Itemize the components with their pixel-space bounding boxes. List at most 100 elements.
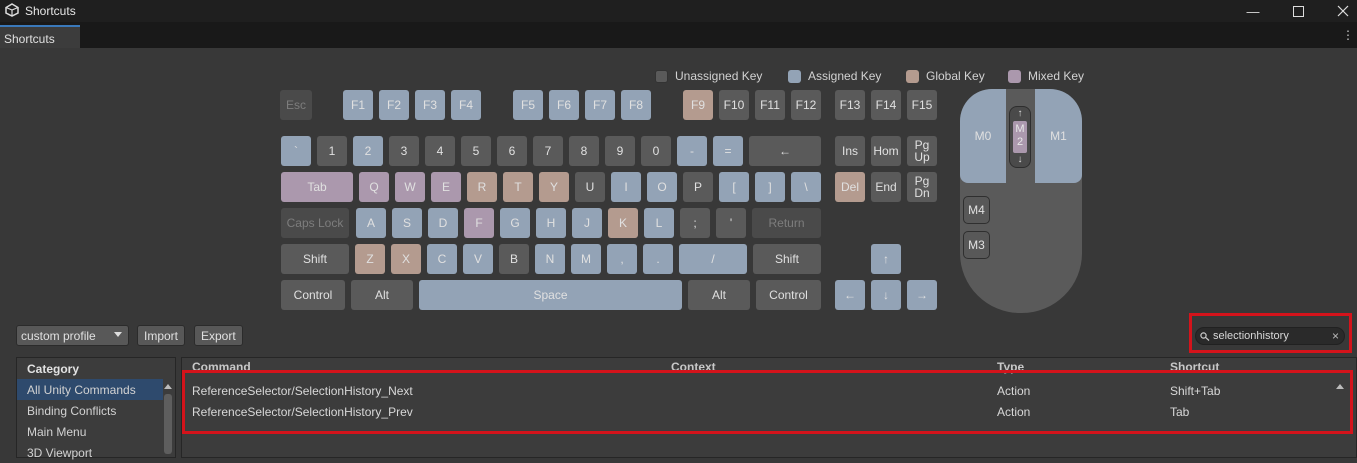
tab-shortcuts[interactable]: Shortcuts bbox=[0, 25, 80, 48]
profile-dropdown[interactable]: custom profile bbox=[16, 325, 129, 346]
wheel-down-icon[interactable]: ↓ bbox=[1010, 154, 1030, 165]
key-arrow-down[interactable]: ↓ bbox=[871, 280, 901, 310]
key-delete[interactable]: Del bbox=[835, 172, 865, 202]
key-backspace[interactable]: ← bbox=[749, 136, 821, 166]
key-s[interactable]: S bbox=[392, 208, 422, 238]
mouse-button-m4[interactable]: M4 bbox=[963, 196, 990, 224]
key-w[interactable]: W bbox=[395, 172, 425, 202]
key-return[interactable]: Return bbox=[752, 208, 821, 238]
key-right-bracket[interactable]: ] bbox=[755, 172, 785, 202]
key-c[interactable]: C bbox=[427, 244, 457, 274]
key-arrow-up[interactable]: ↑ bbox=[871, 244, 901, 274]
key-comma[interactable]: , bbox=[607, 244, 637, 274]
key-space[interactable]: Space bbox=[419, 280, 682, 310]
key-f10[interactable]: F10 bbox=[719, 90, 749, 120]
key-3[interactable]: 3 bbox=[389, 136, 419, 166]
key-g[interactable]: G bbox=[500, 208, 530, 238]
key-backslash[interactable]: \ bbox=[791, 172, 821, 202]
key-y[interactable]: Y bbox=[539, 172, 569, 202]
category-item-3d-viewport[interactable]: 3D Viewport bbox=[17, 442, 163, 463]
minimize-icon[interactable]: — bbox=[1238, 0, 1268, 22]
key-arrow-right[interactable]: → bbox=[907, 280, 937, 310]
key-end[interactable]: End bbox=[871, 172, 901, 202]
key-page-down[interactable]: Pg Dn bbox=[907, 172, 937, 202]
key-p[interactable]: P bbox=[683, 172, 713, 202]
key-h[interactable]: H bbox=[536, 208, 566, 238]
key-esc[interactable]: Esc bbox=[280, 90, 312, 120]
key-f15[interactable]: F15 bbox=[907, 90, 937, 120]
key-5[interactable]: 5 bbox=[461, 136, 491, 166]
key-a[interactable]: A bbox=[356, 208, 386, 238]
key-semicolon[interactable]: ; bbox=[680, 208, 710, 238]
key-f[interactable]: F bbox=[464, 208, 494, 238]
key-f11[interactable]: F11 bbox=[755, 90, 785, 120]
key-f13[interactable]: F13 bbox=[835, 90, 865, 120]
key-m[interactable]: M bbox=[571, 244, 601, 274]
key-right-control[interactable]: Control bbox=[756, 280, 821, 310]
key-f1[interactable]: F1 bbox=[343, 90, 373, 120]
more-vertical-icon[interactable]: ⋮ bbox=[1342, 28, 1354, 42]
key-f9[interactable]: F9 bbox=[683, 90, 713, 120]
key-o[interactable]: O bbox=[647, 172, 677, 202]
key-d[interactable]: D bbox=[428, 208, 458, 238]
key-8[interactable]: 8 bbox=[569, 136, 599, 166]
key-page-up[interactable]: Pg Up bbox=[907, 136, 937, 166]
category-item-main-menu[interactable]: Main Menu bbox=[17, 421, 163, 442]
key-j[interactable]: J bbox=[572, 208, 602, 238]
key-slash[interactable]: / bbox=[679, 244, 747, 274]
key-e[interactable]: E bbox=[431, 172, 461, 202]
key-left-shift[interactable]: Shift bbox=[281, 244, 349, 274]
key-b[interactable]: B bbox=[499, 244, 529, 274]
key-f8[interactable]: F8 bbox=[621, 90, 651, 120]
key-f2[interactable]: F2 bbox=[379, 90, 409, 120]
key-1[interactable]: 1 bbox=[317, 136, 347, 166]
scroll-up-icon[interactable] bbox=[164, 384, 172, 389]
key-l[interactable]: L bbox=[644, 208, 674, 238]
import-button[interactable]: Import bbox=[137, 325, 186, 346]
key-9[interactable]: 9 bbox=[605, 136, 635, 166]
mouse-button-m0[interactable]: M0 bbox=[960, 89, 1006, 183]
key-4[interactable]: 4 bbox=[425, 136, 455, 166]
key-z[interactable]: Z bbox=[355, 244, 385, 274]
category-item-binding-conflicts[interactable]: Binding Conflicts bbox=[17, 400, 163, 421]
key-backtick[interactable]: ` bbox=[281, 136, 311, 166]
key-caps-lock[interactable]: Caps Lock bbox=[281, 208, 349, 238]
category-item-all-unity-commands[interactable]: All Unity Commands bbox=[17, 379, 163, 400]
key-t[interactable]: T bbox=[503, 172, 533, 202]
key-7[interactable]: 7 bbox=[533, 136, 563, 166]
key-left-bracket[interactable]: [ bbox=[719, 172, 749, 202]
key-f7[interactable]: F7 bbox=[585, 90, 615, 120]
category-scrollbar[interactable] bbox=[163, 380, 173, 458]
key-tab[interactable]: Tab bbox=[281, 172, 353, 202]
key-q[interactable]: Q bbox=[359, 172, 389, 202]
key-n[interactable]: N bbox=[535, 244, 565, 274]
key-quote[interactable]: ' bbox=[716, 208, 746, 238]
export-button[interactable]: Export bbox=[194, 325, 243, 346]
key-f12[interactable]: F12 bbox=[791, 90, 821, 120]
close-icon[interactable] bbox=[1328, 0, 1357, 22]
key-minus[interactable]: - bbox=[677, 136, 707, 166]
scroll-thumb[interactable] bbox=[164, 394, 172, 454]
key-f14[interactable]: F14 bbox=[871, 90, 901, 120]
key-u[interactable]: U bbox=[575, 172, 605, 202]
key-v[interactable]: V bbox=[463, 244, 493, 274]
key-left-alt[interactable]: Alt bbox=[351, 280, 413, 310]
key-right-shift[interactable]: Shift bbox=[753, 244, 821, 274]
key-insert[interactable]: Ins bbox=[835, 136, 865, 166]
key-f4[interactable]: F4 bbox=[451, 90, 481, 120]
key-r[interactable]: R bbox=[467, 172, 497, 202]
key-f6[interactable]: F6 bbox=[549, 90, 579, 120]
key-f3[interactable]: F3 bbox=[415, 90, 445, 120]
mouse-button-m1[interactable]: M1 bbox=[1035, 89, 1082, 183]
key-6[interactable]: 6 bbox=[497, 136, 527, 166]
key-left-control[interactable]: Control bbox=[281, 280, 345, 310]
key-k[interactable]: K bbox=[608, 208, 638, 238]
key-x[interactable]: X bbox=[391, 244, 421, 274]
key-0[interactable]: 0 bbox=[641, 136, 671, 166]
mouse-button-m2[interactable]: M 2 bbox=[1013, 121, 1027, 153]
key-i[interactable]: I bbox=[611, 172, 641, 202]
maximize-icon[interactable] bbox=[1283, 0, 1313, 22]
wheel-up-icon[interactable]: ↑ bbox=[1010, 108, 1030, 119]
key-home[interactable]: Hom bbox=[871, 136, 901, 166]
key-equals[interactable]: = bbox=[713, 136, 743, 166]
